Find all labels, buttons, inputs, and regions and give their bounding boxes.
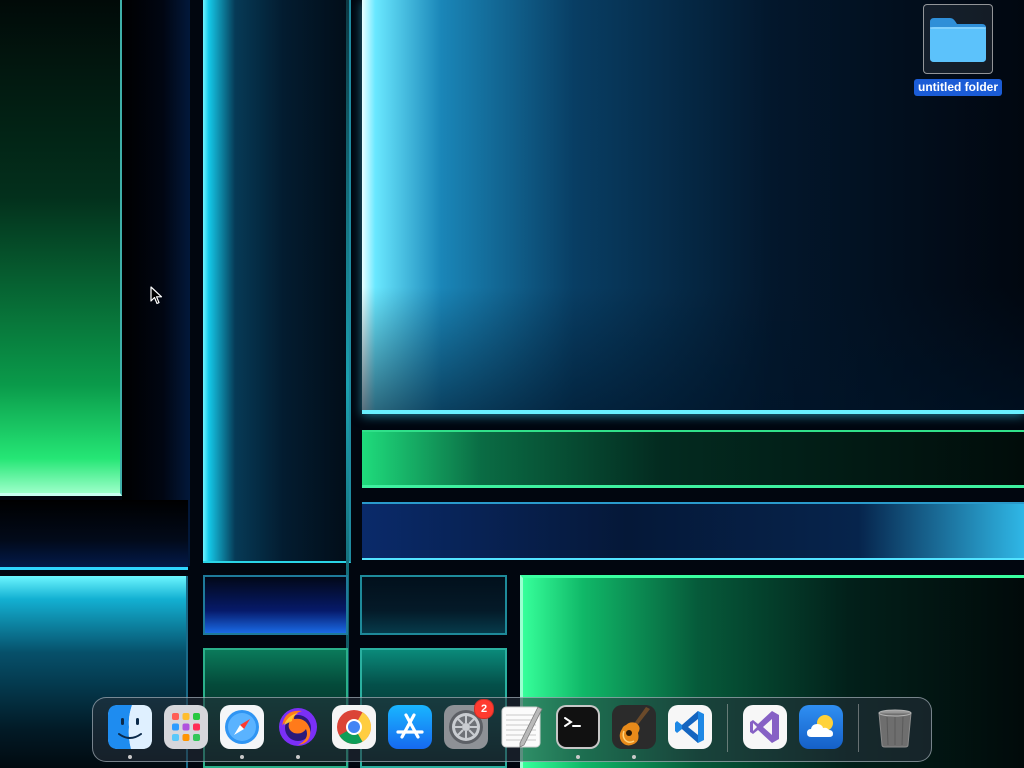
wallpaper-panel (203, 0, 351, 563)
notification-badge: 2 (474, 698, 494, 719)
textedit-icon (501, 705, 543, 748)
wallpaper-panel (203, 575, 348, 635)
dock-app-system-preferences[interactable]: 2 (444, 698, 494, 749)
wallpaper-panel (362, 502, 1024, 560)
wallpaper-panel (122, 0, 190, 566)
folder-icon (930, 18, 986, 62)
weather-icon (798, 704, 843, 749)
dock-separator (857, 703, 858, 752)
dock-trash[interactable] (873, 705, 917, 749)
dock-app-garageband[interactable] (612, 704, 656, 759)
wallpaper-panel (0, 0, 122, 496)
terminal-icon (556, 704, 600, 749)
safari-icon (220, 704, 264, 749)
dock-app-app-store[interactable] (388, 704, 432, 749)
app-store-icon (388, 704, 432, 749)
dock-app-weather[interactable] (798, 704, 843, 749)
desktop[interactable]: untitled folder 2 (0, 0, 1024, 768)
wallpaper-panel (362, 430, 1024, 488)
finder-icon (108, 704, 152, 749)
dock-app-terminal[interactable] (556, 704, 600, 759)
wallpaper-panel (0, 500, 188, 570)
dock-app-chrome[interactable] (332, 704, 376, 749)
dock-app-firefox[interactable] (276, 705, 320, 759)
vscode-icon (668, 704, 712, 749)
launchpad-icon (164, 704, 208, 749)
desktop-folder[interactable]: untitled folder (912, 4, 1004, 96)
mouse-cursor-icon (150, 286, 163, 305)
dock-app-textedit[interactable] (500, 705, 544, 749)
visual-studio-icon (742, 704, 787, 749)
chrome-icon (332, 704, 376, 749)
dock-app-launchpad[interactable] (164, 704, 208, 749)
folder-label[interactable]: untitled folder (914, 79, 1002, 96)
running-indicator (128, 754, 132, 759)
running-indicator (240, 754, 244, 759)
dock-app-vscode[interactable] (668, 704, 712, 749)
trash-icon (878, 709, 912, 747)
running-indicator (296, 754, 300, 759)
running-indicator (576, 754, 580, 759)
folder-selection-frame[interactable] (923, 4, 993, 74)
dock-app-visual-studio[interactable] (742, 704, 787, 749)
dock: 2 (92, 697, 932, 762)
running-indicator (632, 754, 636, 759)
garageband-icon (612, 704, 656, 749)
dock-app-safari[interactable] (220, 704, 264, 759)
firefox-icon (279, 707, 317, 746)
dock-separator (727, 703, 728, 752)
dock-app-finder[interactable] (108, 704, 152, 759)
wallpaper-panel (360, 575, 507, 635)
